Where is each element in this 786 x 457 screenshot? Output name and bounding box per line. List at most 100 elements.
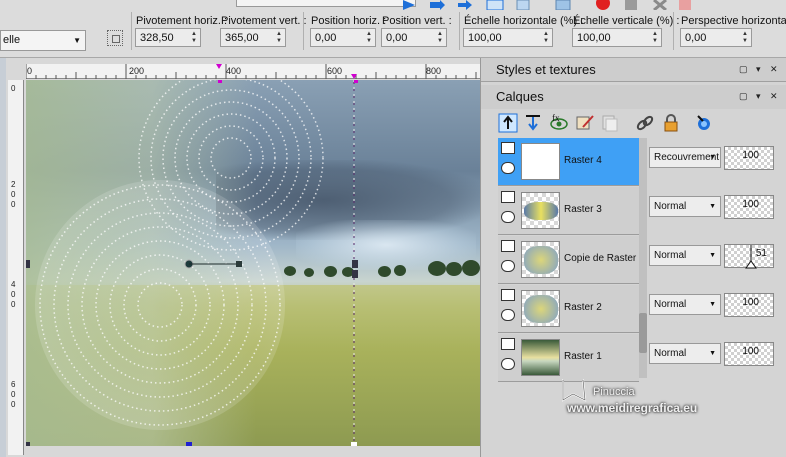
maximize-icon[interactable]: ▢ xyxy=(739,91,748,102)
styles-panel-header[interactable]: Styles et textures ▢ ▾ ✕ xyxy=(481,58,786,82)
eye-icon[interactable] xyxy=(501,260,515,272)
pivot-h-input[interactable]: 328,50 ▲ ▼ xyxy=(135,28,201,47)
blend-mode-select[interactable]: Normal ▼ xyxy=(649,343,721,364)
ruler-label: 0 xyxy=(11,84,16,93)
pos-v-value: 0,00 xyxy=(386,31,408,44)
mode-select[interactable]: elle ▼ xyxy=(0,30,86,51)
layer-row-raster-1[interactable]: Raster 1 xyxy=(498,334,639,382)
mask-icon[interactable] xyxy=(694,113,714,133)
chevron-down-icon: ▼ xyxy=(73,36,81,45)
play-icon[interactable] xyxy=(400,0,418,10)
record-icon[interactable] xyxy=(594,0,612,10)
opacity-slider[interactable]: 100 xyxy=(724,146,774,170)
next-arrow-icon[interactable] xyxy=(428,0,446,10)
pos-h-input[interactable]: 0,00 ▲ ▼ xyxy=(310,28,376,47)
export-arrow-icon[interactable] xyxy=(456,0,474,10)
pivot-h-label: Pivotement horiz. : xyxy=(136,15,228,27)
layer-row-raster-4[interactable]: Raster 4 xyxy=(498,138,639,186)
layer-row-raster-2[interactable]: Raster 2 xyxy=(498,285,639,333)
scale-h-input[interactable]: 100,00 ▲ ▼ xyxy=(463,28,553,47)
vertical-ruler: 0 2 0 0 4 0 0 6 0 0 xyxy=(8,80,24,455)
canvas-area: 0 200 400 600 800 0 2 0 0 4 0 0 6 0 0 xyxy=(6,58,482,457)
ruler-label: 0 xyxy=(11,190,16,199)
layers-panel-header[interactable]: Calques ▢ ▾ ✕ xyxy=(481,85,786,109)
close-icon[interactable] xyxy=(651,0,669,10)
toolbar-strip xyxy=(236,0,416,7)
spin-arrows-icon[interactable]: ▲ ▼ xyxy=(649,29,661,46)
svg-text:fx: fx xyxy=(552,113,560,123)
chevron-down-icon: ▼ xyxy=(709,154,716,161)
opacity-slider[interactable]: 100 xyxy=(724,293,774,317)
chevron-down-icon: ▼ xyxy=(709,301,716,308)
lock-icon[interactable] xyxy=(661,113,681,133)
layer-visibility-icon[interactable]: fx xyxy=(549,113,569,133)
move-layer-down-icon[interactable] xyxy=(523,113,543,133)
layer-group-icon[interactable] xyxy=(501,191,515,203)
scale-h-value: 100,00 xyxy=(468,31,502,44)
layer-style-icon[interactable] xyxy=(575,113,595,133)
blend-mode-select[interactable]: Normal ▼ xyxy=(649,245,721,266)
blend-mode-value: Normal xyxy=(654,299,687,310)
opacity-slider[interactable]: 100 xyxy=(724,195,774,219)
opacity-slider[interactable]: 100 xyxy=(724,342,774,366)
spin-arrows-icon[interactable]: ▲ ▼ xyxy=(739,29,751,46)
link-icon[interactable] xyxy=(635,113,655,133)
layer-name: Copie de Raster 2 xyxy=(564,253,645,264)
scale-v-input[interactable]: 100,00 ▲ ▼ xyxy=(572,28,662,47)
pos-v-input[interactable]: 0,00 ▲ ▼ xyxy=(381,28,447,47)
close-icon[interactable]: ✕ xyxy=(770,91,778,102)
layer-group-icon[interactable] xyxy=(501,240,515,252)
perspective-h-input[interactable]: 0,00 ▲ ▼ xyxy=(680,28,752,47)
blend-mode-select[interactable]: Recouvrement ▼ xyxy=(649,147,721,168)
scale-h-label: Échelle horizontale (%) : xyxy=(464,15,584,27)
layout-icon[interactable] xyxy=(486,0,504,10)
ruler-label: 0 xyxy=(11,200,16,209)
spin-arrows-icon[interactable]: ▲ ▼ xyxy=(434,29,446,46)
lock-icon[interactable] xyxy=(622,0,640,10)
layer-group-icon[interactable] xyxy=(501,289,515,301)
scale-v-label: Échelle verticale (%) : xyxy=(573,15,680,27)
pos-v-label: Position vert. : xyxy=(382,15,452,27)
pin-icon[interactable]: ▾ xyxy=(756,91,761,102)
frame-icon[interactable] xyxy=(554,0,572,10)
copy-icon[interactable] xyxy=(514,0,532,10)
layer-thumbnail xyxy=(521,192,560,229)
pivot-v-input[interactable]: 365,00 ▲ ▼ xyxy=(220,28,286,47)
eye-icon[interactable] xyxy=(501,358,515,370)
close-icon[interactable]: ✕ xyxy=(770,64,778,75)
layer-duplicate-icon[interactable] xyxy=(600,113,620,133)
spin-arrows-icon[interactable]: ▲ ▼ xyxy=(188,29,200,46)
opacity-slider[interactable]: 51 xyxy=(724,244,774,269)
move-layer-up-icon[interactable] xyxy=(498,113,518,133)
maximize-icon[interactable]: ▢ xyxy=(739,64,748,75)
scrollbar-thumb[interactable] xyxy=(639,313,647,353)
horizontal-ruler: 0 200 400 600 800 xyxy=(26,64,482,79)
eye-icon[interactable] xyxy=(501,162,515,174)
pin-icon[interactable]: ▾ xyxy=(756,64,761,75)
layer-name: Raster 3 xyxy=(564,204,602,215)
blend-mode-select[interactable]: Normal ▼ xyxy=(649,294,721,315)
blend-mode-select[interactable]: Normal ▼ xyxy=(649,196,721,217)
ruler-label: 4 xyxy=(11,280,16,289)
layer-row-raster-3[interactable]: Raster 3 xyxy=(498,187,639,235)
spin-arrows-icon[interactable]: ▲ ▼ xyxy=(363,29,375,46)
pick-tool-icon[interactable] xyxy=(107,30,123,46)
layer-group-icon[interactable] xyxy=(501,142,515,154)
image-canvas[interactable] xyxy=(26,80,480,446)
blend-mode-value: Normal xyxy=(654,348,687,359)
ruler-label: 2 xyxy=(11,180,16,189)
delete-icon[interactable] xyxy=(676,0,694,10)
transform-toolbar: elle ▼ Pivotement horiz. : 328,50 ▲ ▼ Piv… xyxy=(0,0,786,58)
chevron-down-icon: ▼ xyxy=(709,350,716,357)
layer-thumbnail xyxy=(521,241,560,278)
spin-arrows-icon[interactable]: ▲ ▼ xyxy=(540,29,552,46)
perspective-h-label: Perspective horizontale : xyxy=(681,15,786,27)
layer-row-copie-raster-2[interactable]: Copie de Raster 2 xyxy=(498,236,645,284)
layer-group-icon[interactable] xyxy=(501,338,515,350)
eye-icon[interactable] xyxy=(501,309,515,321)
watermark-logo-icon xyxy=(562,379,587,402)
spin-arrows-icon[interactable]: ▲ ▼ xyxy=(273,29,285,46)
eye-icon[interactable] xyxy=(501,211,515,223)
divider xyxy=(673,12,674,50)
slider-marker-icon[interactable] xyxy=(745,245,757,269)
